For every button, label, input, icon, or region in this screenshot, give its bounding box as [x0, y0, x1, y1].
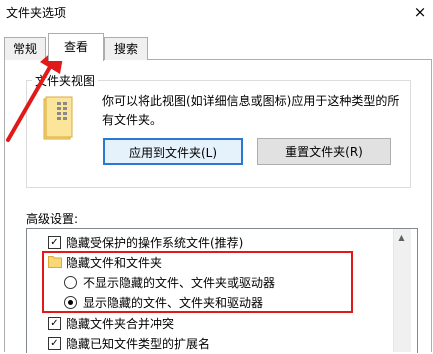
tab-view[interactable]: 查看	[48, 33, 104, 61]
